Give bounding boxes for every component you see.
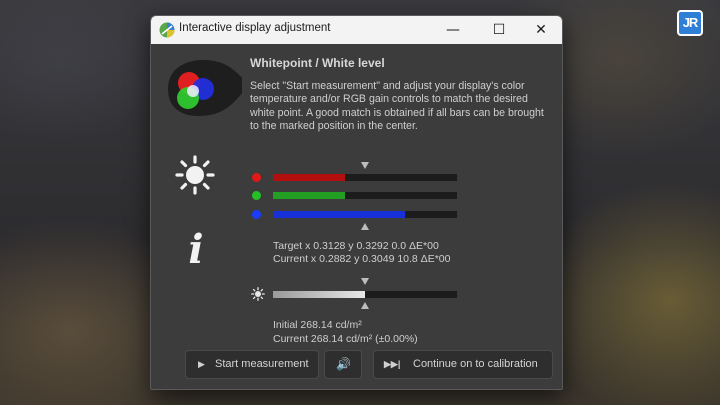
- target-readout: Target x 0.3128 y 0.3292 0.0 ΔE*00: [273, 240, 439, 252]
- red-channel-fill: [273, 174, 345, 181]
- window-title: Interactive display adjustment: [179, 22, 331, 34]
- white-level-sun-icon: [251, 287, 265, 301]
- red-channel-bar: [273, 174, 457, 181]
- white-level-fill: [273, 291, 365, 298]
- speaker-icon: 🔊: [336, 357, 351, 371]
- adjustment-window: Interactive display adjustment — ☐ ✕ i W…: [150, 15, 563, 390]
- green-channel-bar: [273, 192, 457, 199]
- instructions-text: Select "Start measurement" and adjust yo…: [250, 80, 544, 133]
- skip-forward-icon: ▶▶|: [384, 359, 401, 369]
- close-button[interactable]: ✕: [521, 16, 561, 44]
- sound-toggle-button[interactable]: 🔊: [324, 350, 362, 379]
- section-heading: Whitepoint / White level: [250, 56, 385, 70]
- target-marker-bottom: [361, 223, 369, 230]
- continue-calibration-button[interactable]: ▶▶| Continue on to calibration: [373, 350, 553, 379]
- blue-channel-fill: [273, 211, 406, 218]
- green-channel-fill: [273, 192, 345, 199]
- sun-icon: [175, 155, 215, 195]
- start-measurement-button[interactable]: ▶ Start measurement: [185, 350, 319, 379]
- white-level-marker-bottom: [361, 302, 369, 309]
- current-luminance: Current 268.14 cd/m² (±0.00%): [273, 333, 418, 345]
- blue-channel-dot: [252, 210, 261, 219]
- window-content: i Whitepoint / White level Select "Start…: [151, 44, 562, 389]
- current-readout: Current x 0.2882 y 0.3049 10.8 ΔE*00: [273, 253, 451, 265]
- white-level-marker-top: [361, 278, 369, 285]
- info-icon: i: [188, 226, 204, 273]
- title-bar: Interactive display adjustment — ☐ ✕: [151, 16, 562, 44]
- start-measurement-label: Start measurement: [215, 358, 309, 370]
- continue-calibration-label: Continue on to calibration: [413, 358, 538, 370]
- displaycal-icon: [159, 22, 175, 38]
- watermark-logo: JR: [677, 10, 703, 36]
- play-icon: ▶: [198, 359, 205, 369]
- rgb-circles-icon: [168, 60, 242, 116]
- minimize-button[interactable]: —: [433, 16, 473, 44]
- green-channel-dot: [252, 191, 261, 200]
- blue-channel-bar: [273, 211, 457, 218]
- maximize-button[interactable]: ☐: [479, 16, 519, 44]
- white-level-bar: [273, 291, 457, 298]
- initial-luminance: Initial 268.14 cd/m²: [273, 319, 362, 331]
- target-marker-top: [361, 162, 369, 169]
- red-channel-dot: [252, 173, 261, 182]
